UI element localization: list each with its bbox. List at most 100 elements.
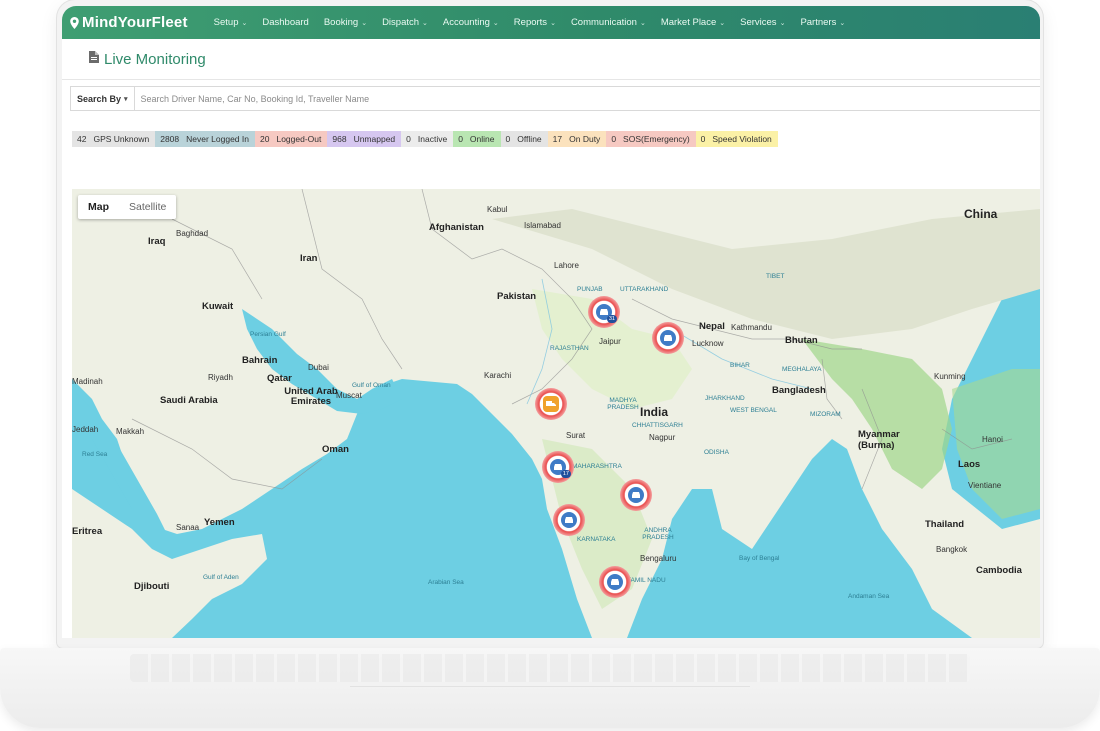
status-count: 0: [700, 134, 706, 144]
nav-item-partners[interactable]: Partners ⌄: [800, 17, 845, 28]
map-label-sanaa: Sanaa: [176, 523, 200, 532]
status-chip-never-logged-in[interactable]: 2808 Never Logged In: [155, 131, 255, 147]
vehicle-cluster-marker[interactable]: [599, 566, 631, 598]
search-bar: Search By ▾: [70, 86, 1040, 111]
status-label: Speed Violation: [712, 134, 772, 144]
status-chip-online[interactable]: 0 Online: [453, 131, 501, 147]
chevron-down-icon: ⌄: [241, 19, 248, 27]
map-label-pakistan: Pakistan: [497, 291, 537, 302]
map-label-qatar: Qatar: [267, 373, 292, 384]
chevron-down-icon: ⌄: [839, 19, 846, 27]
chevron-down-icon: ⌄: [779, 19, 786, 27]
status-label: Logged-Out: [276, 134, 322, 144]
search-by-dropdown[interactable]: Search By ▾: [71, 87, 135, 110]
map-label-nagpur: Nagpur: [649, 433, 676, 442]
map-label-india: India: [640, 405, 669, 419]
chevron-down-icon: ⌄: [550, 19, 556, 27]
map-label-makkah: Makkah: [116, 427, 145, 436]
vehicle-cluster-marker[interactable]: [652, 322, 684, 354]
brand-logo[interactable]: MindYourFleet: [62, 14, 188, 31]
nav-item-accounting[interactable]: Accounting ⌄: [443, 17, 499, 28]
map-label-uae: United Arab Emirates: [284, 386, 338, 407]
status-chip-inactive[interactable]: 0 Inactive: [401, 131, 454, 147]
nav-item-reports[interactable]: Reports ⌄: [514, 17, 556, 28]
map-label-vientiane: Vientiane: [968, 481, 1002, 490]
chevron-down-icon: ⌄: [361, 19, 368, 27]
map-label-laos: Laos: [958, 459, 981, 470]
nav-item-services[interactable]: Services ⌄: [740, 17, 785, 28]
map-label-kuwait: Kuwait: [202, 301, 234, 312]
map-label-tibet: TIBET: [766, 273, 785, 280]
map-label-baghdad: Baghdad: [176, 229, 209, 238]
nav-item-market-place[interactable]: Market Place ⌄: [661, 17, 725, 28]
vehicle-cluster-marker[interactable]: 17: [542, 451, 574, 483]
map-label-maharashtra: MAHARASHTRA: [572, 463, 622, 470]
status-count: 20: [260, 134, 270, 144]
nav-item-booking[interactable]: Booking ⌄: [324, 17, 367, 28]
status-chip-offline[interactable]: 0 Offline: [500, 131, 548, 147]
map-label-bangkok: Bangkok: [936, 545, 968, 554]
search-by-label: Search By: [77, 93, 122, 104]
map-label-islamabad: Islamabad: [524, 221, 561, 230]
map-label-chhattisgarh: CHHATTISGARH: [632, 422, 683, 429]
nav-item-dispatch[interactable]: Dispatch ⌄: [382, 17, 428, 28]
status-count: 2808: [160, 134, 180, 144]
map-label-yemen: Yemen: [204, 517, 235, 528]
status-chip-speed-violation[interactable]: 0 Speed Violation: [695, 131, 778, 147]
map-label-oman: Oman: [322, 444, 349, 455]
nav-item-label: Booking: [323, 17, 359, 28]
map-label-hanoi: Hanoi: [982, 435, 1003, 444]
nav-item-communication[interactable]: Communication ⌄: [571, 17, 646, 28]
location-pin-icon: [70, 16, 79, 29]
map-label-kabul: Kabul: [487, 205, 508, 214]
nav-item-setup[interactable]: Setup ⌄: [214, 17, 248, 28]
vehicle-cluster-marker[interactable]: 31: [588, 296, 620, 328]
nav-item-label: Market Place: [660, 17, 717, 28]
map-label-riyadh: Riyadh: [208, 373, 233, 382]
map-label-kunming: Kunming: [934, 372, 966, 381]
status-chip-logged-out[interactable]: 20 Logged-Out: [255, 131, 328, 147]
status-chip-gps-unknown[interactable]: 42 GPS Unknown: [72, 131, 156, 147]
app-window: MindYourFleet Setup ⌄ Dashboard Booking ⌄ Dis…: [62, 6, 1040, 638]
status-chip-unmapped[interactable]: 968 Unmapped: [327, 131, 402, 147]
nav-item-label: Dispatch: [382, 17, 420, 28]
status-label: Never Logged In: [186, 134, 249, 144]
map-label-myanmar: Myanmar (Burma): [858, 429, 900, 451]
vehicle-cluster-marker[interactable]: [553, 504, 585, 536]
map-label-uttarakhand: UTTARAKHAND: [620, 286, 669, 293]
status-count: 17: [552, 134, 563, 144]
map-label-tamil-nadu: TAMIL NADU: [627, 577, 666, 584]
live-map[interactable]: Map Satellite China Afghanistan Kabul Is…: [72, 189, 1040, 638]
status-label: Online: [469, 134, 495, 144]
document-icon: [89, 50, 99, 68]
vehicle-cluster-marker[interactable]: [620, 479, 652, 511]
status-label: On Duty: [569, 134, 601, 144]
map-label-persian-gulf: Persian Gulf: [250, 331, 286, 338]
satellite-view-button[interactable]: Satellite: [119, 195, 176, 219]
map-label-iran: Iran: [300, 253, 318, 264]
vehicle-marker-truck[interactable]: [535, 388, 567, 420]
map-label-nepal: Nepal: [699, 321, 725, 332]
chevron-down-icon: ⌄: [639, 19, 646, 27]
map-label-bhutan: Bhutan: [785, 335, 818, 346]
status-chip-sos-emergency[interactable]: 0 SOS(Emergency): [606, 131, 696, 147]
chevron-down-icon: ⌄: [492, 19, 499, 27]
nav-item-label: Communication: [570, 17, 637, 28]
map-view-button[interactable]: Map: [78, 195, 119, 219]
map-label-saudi-arabia: Saudi Arabia: [160, 395, 218, 406]
car-icon: [561, 512, 577, 528]
map-label-bihar: BIHAR: [730, 362, 750, 369]
status-label: GPS Unknown: [93, 134, 150, 144]
status-count: 0: [406, 134, 411, 144]
map-label-madhya-pradesh: MADHYA PRADESH: [607, 397, 639, 411]
map-label-red-sea: Red Sea: [82, 451, 108, 458]
map-label-madinah: Madinah: [72, 377, 103, 386]
status-count: 0: [458, 134, 463, 144]
nav-item-label: Partners: [800, 17, 837, 28]
status-chip-on-duty[interactable]: 17 On Duty: [547, 131, 607, 147]
map-label-meghalaya: MEGHALAYA: [782, 366, 822, 373]
map-label-andhra-pradesh: ANDHRA PRADESH: [642, 527, 674, 541]
page-title: Live Monitoring: [104, 50, 206, 68]
search-input[interactable]: [134, 92, 1040, 105]
nav-item-dashboard[interactable]: Dashboard: [262, 17, 308, 28]
